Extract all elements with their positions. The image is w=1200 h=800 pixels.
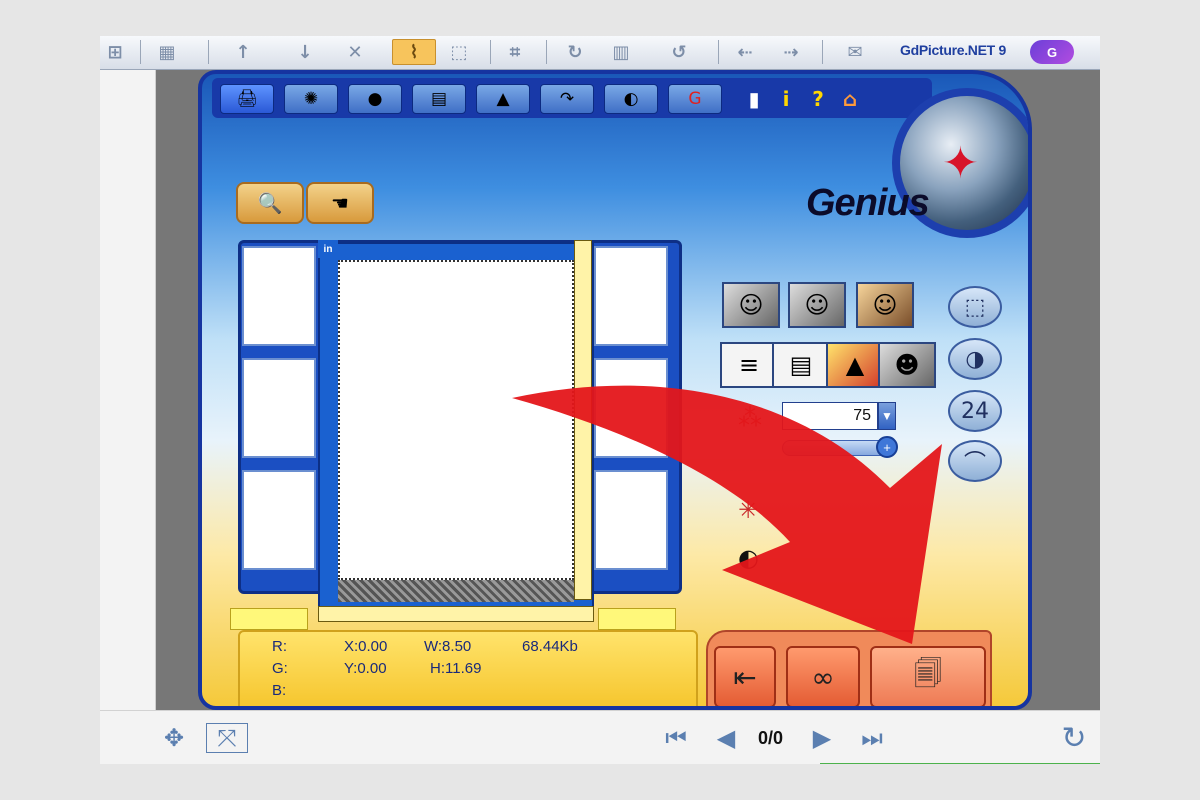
crop-icon[interactable]: ⌗ [500, 39, 530, 65]
rotate-icon[interactable]: ↻ [560, 39, 590, 65]
brightness-icon: ✳ [738, 496, 759, 524]
color-mode[interactable]: ☺ [856, 282, 914, 328]
genius-brand: Genius [806, 182, 930, 224]
resolution-icon: ⁂ [738, 404, 762, 432]
preview-glasses-icon[interactable]: ∞ [786, 646, 860, 706]
right-field[interactable] [598, 608, 676, 630]
preview-tag: in [318, 240, 338, 258]
lasso-icon[interactable]: ⌇ [392, 39, 436, 65]
page-counter: 0/0 [758, 728, 784, 748]
horizontal-scrollbar[interactable] [318, 606, 594, 622]
resolution-input[interactable]: 75 [782, 402, 878, 430]
refresh-icon[interactable]: ↻ [1054, 721, 1094, 756]
w-value: W:8.50 [424, 638, 472, 655]
thumbnail[interactable] [242, 470, 316, 570]
close-icon[interactable]: ✕ [340, 39, 370, 65]
down-arrow-icon[interactable]: ↓ [290, 39, 320, 65]
g-label: G: [272, 660, 288, 677]
first-page-icon[interactable]: ⏮ [654, 723, 698, 753]
last-page-icon[interactable]: ⏭ [850, 723, 894, 753]
thumbnail[interactable] [594, 470, 668, 570]
grid-view-icon[interactable]: ▦ [152, 39, 182, 65]
app-toolbar: 🖨 ✺ ● ▤ ▲ ↷ ◐ G ▮ i ? ⌂ [212, 78, 932, 118]
preview-page[interactable] [338, 260, 574, 580]
up-arrow-icon[interactable]: ↑ [228, 39, 258, 65]
select-rect-icon[interactable]: ⬚ [444, 39, 474, 65]
arrow-left-icon[interactable]: ⇠ [730, 39, 760, 65]
zoom-icon[interactable]: 🔍 [236, 182, 304, 224]
contrast-icon[interactable]: ◐ [604, 84, 658, 114]
y-value: Y:0.00 [344, 660, 387, 677]
scan-icon[interactable]: 🖨 [220, 84, 274, 114]
exit-icon[interactable]: ⇤ [714, 646, 776, 706]
slider-knob[interactable]: + [876, 436, 898, 458]
next-page-icon[interactable]: ▶ [804, 723, 840, 753]
pan-icon[interactable]: ✥ [154, 723, 194, 753]
star-icon: ✦ [942, 138, 979, 189]
settings-icon[interactable]: ▮ [742, 84, 766, 114]
text-mode-icon[interactable]: ≡ [720, 342, 778, 388]
brand-logo: G [1030, 40, 1074, 64]
grayscale-mode[interactable]: ☺ [788, 282, 846, 328]
contrast-adjust-icon: ◐ [738, 544, 759, 572]
brand-label: GdPicture.NET 9 [900, 42, 1006, 58]
rotate-tool-icon[interactable]: ↷ [540, 84, 594, 114]
document-icon[interactable]: ▤ [412, 84, 466, 114]
scan-paper-icon[interactable]: 🗐 [870, 646, 986, 706]
halftone-mode-icon[interactable]: ▤ [772, 342, 830, 388]
bit-depth-button[interactable]: 24 [948, 390, 1002, 432]
b-label: B: [272, 682, 287, 699]
help-icon[interactable]: ? [806, 84, 830, 114]
hand-icon[interactable]: ☚ [306, 182, 374, 224]
left-field[interactable] [230, 608, 308, 630]
x-value: X:0.00 [344, 638, 388, 655]
sphere-icon[interactable]: ● [348, 84, 402, 114]
line-art-mode[interactable]: ☺ [722, 282, 780, 328]
thumbnail[interactable] [242, 358, 316, 458]
vertical-scrollbar[interactable] [574, 240, 592, 600]
scan-area-icon[interactable]: ⬚ [948, 286, 1002, 328]
color-balance-icon[interactable]: ◑ [948, 338, 1002, 380]
thumbnail[interactable] [242, 246, 316, 346]
fit-icon[interactable]: ⤧ [206, 723, 248, 753]
info-icon[interactable]: i [774, 84, 798, 114]
h-value: H:11.69 [430, 660, 482, 677]
bottom-bar: ✥ ⤧ ⏮ ◀ 0/0 ▶ ⏭ ↻ [100, 710, 1100, 764]
scanner-app-window: 🖨 ✺ ● ▤ ▲ ↷ ◐ G ▮ i ? ⌂ ✦ Genius 🔍 ☚ in … [198, 70, 1032, 710]
r-label: R: [272, 638, 287, 655]
thumbnail[interactable] [594, 246, 668, 346]
top-toolbar: ⊞ ▦ ↑ ↓ ✕ ⌇ ⬚ ⌗ ↻ ▥ ↺ ⇠ ⇢ ✉ GdPicture.NE… [100, 36, 1100, 70]
g-tool-icon[interactable]: G [668, 84, 722, 114]
comment-icon[interactable]: ✉ [840, 39, 870, 65]
color-icon[interactable]: ✺ [284, 84, 338, 114]
screenshot-frame: ⊞ ▦ ↑ ↓ ✕ ⌇ ⬚ ⌗ ↻ ▥ ↺ ⇠ ⇢ ✉ GdPicture.NE… [100, 36, 1100, 764]
page-stripe [338, 580, 574, 602]
chart-mode-icon[interactable]: ▲ [826, 342, 884, 388]
thumbnail[interactable] [594, 358, 668, 458]
triangle-icon[interactable]: ▲ [476, 84, 530, 114]
progress-line [820, 763, 1100, 764]
home-icon[interactable]: ⌂ [838, 84, 862, 114]
undo-icon[interactable]: ↺ [664, 39, 694, 65]
columns-icon[interactable]: ▥ [606, 39, 636, 65]
photo-mode-icon[interactable]: ☻ [878, 342, 936, 388]
previous-page-icon[interactable]: ◀ [708, 723, 744, 753]
grid-icon[interactable]: ⊞ [100, 39, 130, 65]
file-size: 68.44Kb [522, 638, 578, 655]
arrow-right-icon[interactable]: ⇢ [776, 39, 806, 65]
rainbow-icon[interactable]: ⌒ [948, 440, 1002, 482]
resolution-spinner[interactable]: ▼ [878, 402, 896, 430]
left-strip [100, 70, 156, 710]
